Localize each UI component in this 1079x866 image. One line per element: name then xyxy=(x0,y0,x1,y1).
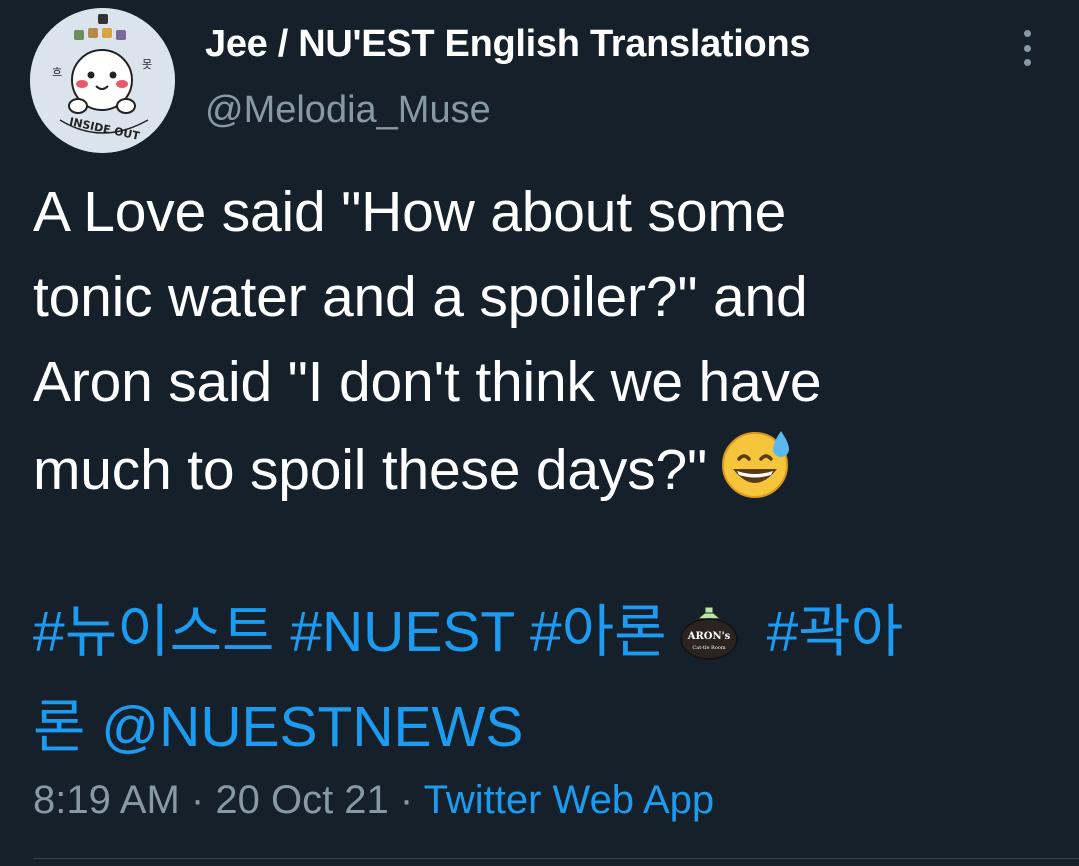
avatar[interactable]: 흐 못 INSIDE OUT xyxy=(30,8,175,153)
hashtag-link[interactable]: #뉴이스트 xyxy=(33,600,274,664)
tweet-text: A Love said "How about some tonic water … xyxy=(33,170,1053,525)
more-dot xyxy=(1023,59,1031,66)
hashtag-line: #뉴이스트 #NUEST #아론 ARON's Cat-tle Room #곽아 xyxy=(33,590,1053,685)
tweet-detail: 흐 못 INSIDE OUT Jee / NU'EST English Tran… xyxy=(0,0,1079,866)
author-display-name[interactable]: Jee / NU'EST English Translations xyxy=(205,20,985,68)
badge-subtext: Cat-tle Room xyxy=(692,645,725,651)
more-dot xyxy=(1023,30,1031,37)
badge-text: ARON's xyxy=(686,631,730,642)
hashtag-link-continued[interactable]: 론 xyxy=(33,695,85,759)
tweet-text-line: Aron said "I don't think we have xyxy=(33,350,822,414)
author-info: Jee / NU'EST English Translations @Melod… xyxy=(205,20,985,134)
tweet-time[interactable]: 8:19 AM xyxy=(33,778,180,822)
hashtag-link[interactable]: #NUEST xyxy=(290,600,514,664)
tweet-source-link[interactable]: Twitter Web App xyxy=(424,778,715,822)
hashtag-line: 론 @NUESTNEWS xyxy=(33,685,1053,770)
svg-text:흐: 흐 xyxy=(52,66,62,79)
tweet-text-line: A Love said "How about some xyxy=(33,180,787,244)
tweet-text-line-last: much to spoil these days?" xyxy=(33,425,1053,525)
more-options-icon[interactable] xyxy=(1010,30,1044,66)
tweet-text-line: tonic water and a spoiler?" and xyxy=(33,265,808,329)
mention-link[interactable]: @NUESTNEWS xyxy=(101,695,523,759)
divider xyxy=(33,858,1079,859)
avatar-cartoon-face-icon: 흐 못 INSIDE OUT xyxy=(30,8,175,153)
author-handle[interactable]: @Melodia_Muse xyxy=(205,86,985,134)
tweet-date[interactable]: 20 Oct 21 xyxy=(215,778,388,822)
more-dot xyxy=(1023,44,1031,52)
arons-hashflag-icon: ARON's Cat-tle Room xyxy=(679,600,739,685)
tweet-hashtags: #뉴이스트 #NUEST #아론 ARON's Cat-tle Room #곽아… xyxy=(33,590,1053,770)
hashtag-link[interactable]: #아론 xyxy=(530,600,667,664)
grinning-face-with-sweat-icon xyxy=(719,425,795,525)
tweet-metadata: 8:19 AM · 20 Oct 21 · Twitter Web App xyxy=(33,775,714,825)
meta-separator: · xyxy=(399,778,414,822)
tweet-text-line: much to spoil these days?" xyxy=(33,438,708,502)
hashtag-link[interactable]: #곽아 xyxy=(767,600,904,664)
meta-separator: · xyxy=(190,778,205,822)
svg-text:못: 못 xyxy=(142,58,152,71)
